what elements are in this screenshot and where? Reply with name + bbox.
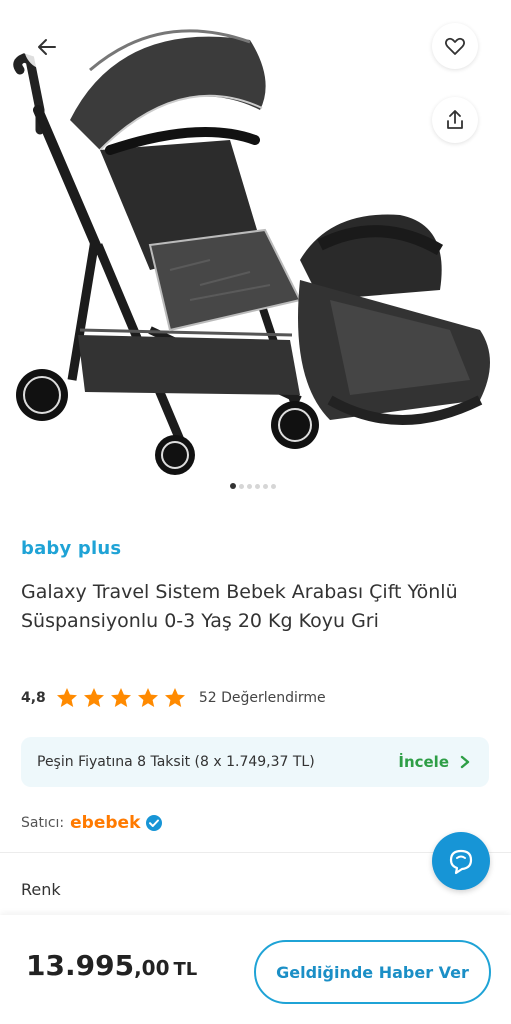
product-price: 13.995,00 TL (26, 949, 197, 982)
pagination-dot[interactable] (271, 483, 276, 489)
arrow-left-icon (38, 39, 56, 55)
pagination-dot[interactable] (239, 483, 244, 489)
pagination-dot[interactable] (247, 483, 252, 489)
rating-summary[interactable]: 4,8 52 Değerlendirme (21, 685, 326, 711)
heart-outline-icon (444, 37, 466, 55)
chat-assistant-button[interactable] (432, 832, 490, 890)
back-button[interactable] (24, 24, 70, 70)
chat-bubble-icon (449, 849, 473, 875)
installment-text: Peşin Fiyatına 8 Taksit (8 x 1.749,37 TL… (37, 754, 315, 770)
brand-link[interactable]: baby plus (21, 538, 121, 559)
product-title: Galaxy Travel Sistem Bebek Arabası Çift … (21, 581, 458, 632)
installment-banner[interactable]: Peşin Fiyatına 8 Taksit (8 x 1.749,37 TL… (21, 737, 489, 787)
chevron-right-icon (460, 755, 470, 769)
seller-name-link[interactable]: ebebek (70, 813, 140, 833)
star-icon (83, 688, 104, 707)
star-icon (56, 688, 77, 707)
review-count-link[interactable]: 52 Değerlendirme (199, 690, 326, 706)
installment-link-label: İncele (398, 753, 449, 771)
notify-when-available-button[interactable]: Geldiğinde Haber Ver (254, 940, 491, 1004)
price-main: 13.995 (26, 949, 135, 982)
star-icon (110, 688, 131, 707)
star-icon (137, 688, 158, 707)
product-image (13, 29, 490, 475)
rating-value: 4,8 (21, 690, 46, 706)
bottom-action-bar: 13.995,00 TL Geldiğinde Haber Ver (0, 915, 511, 1024)
pagination-dot[interactable] (263, 483, 268, 489)
star-icon (164, 688, 185, 707)
seller-label: Satıcı: (21, 815, 65, 831)
pagination-dot[interactable] (255, 483, 260, 489)
installment-details-link[interactable]: İncele (398, 753, 471, 771)
share-icon (447, 110, 463, 129)
gallery-pagination (230, 483, 276, 489)
share-button[interactable] (432, 97, 478, 143)
product-image-gallery[interactable] (0, 0, 511, 510)
verified-check-icon (146, 815, 163, 831)
variant-color-label: Renk (21, 880, 61, 899)
seller-info: Satıcı: ebebek (21, 812, 163, 834)
rating-stars (55, 686, 187, 710)
price-decimal: ,00 (134, 956, 170, 980)
pagination-dot[interactable] (230, 483, 236, 489)
favorite-button[interactable] (432, 23, 478, 69)
price-currency: TL (173, 959, 198, 980)
